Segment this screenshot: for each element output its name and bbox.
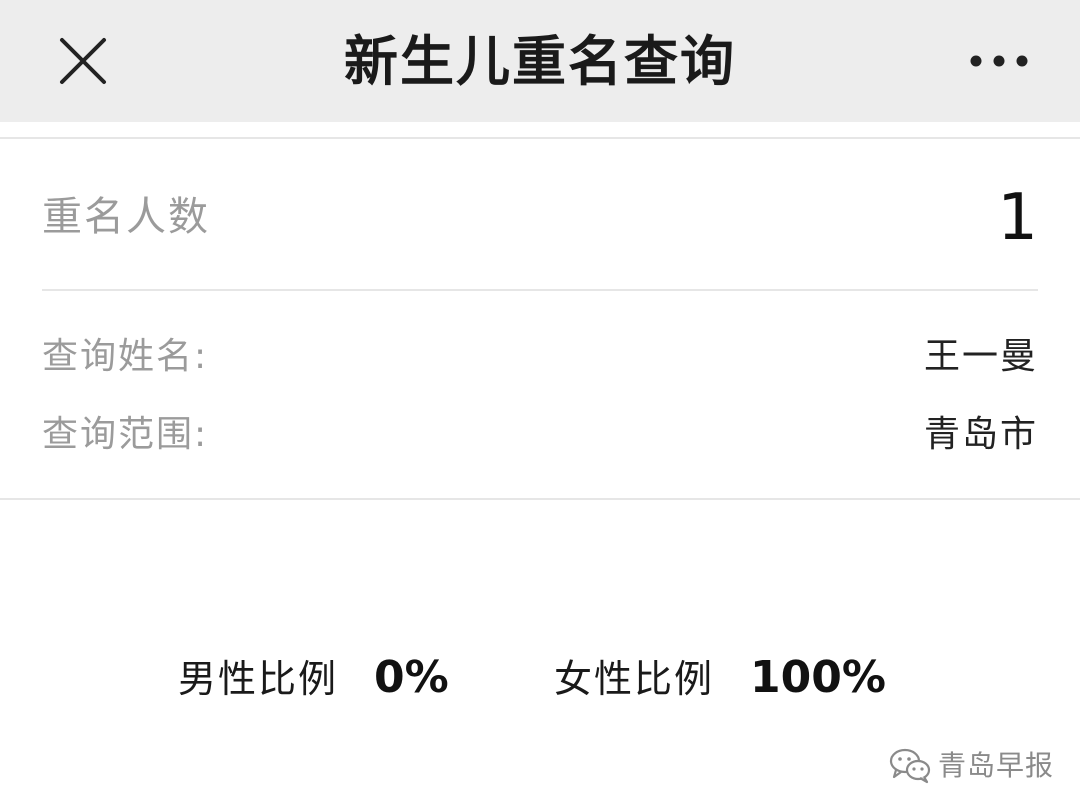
watermark-text: 青岛早报 bbox=[938, 749, 1055, 782]
query-name-value: 王一曼 bbox=[923, 336, 1038, 377]
page-title: 新生儿重名查询 bbox=[344, 30, 736, 93]
query-scope-row: 查询范围: 青岛市 bbox=[42, 410, 1038, 460]
top-bar: 新生儿重名查询 bbox=[0, 0, 1080, 122]
female-ratio-value: 100% bbox=[750, 652, 886, 703]
gender-ratio-row: 男性比例 0% 女性比例 100% bbox=[0, 648, 1080, 708]
more-dots-icon bbox=[970, 55, 1028, 67]
more-button[interactable] bbox=[964, 44, 1034, 78]
male-ratio-label: 男性比例 bbox=[178, 657, 339, 701]
divider bbox=[0, 137, 1080, 139]
watermark: 青岛早报 bbox=[888, 742, 1054, 786]
query-name-label: 查询姓名: bbox=[42, 336, 209, 377]
query-name-row: 查询姓名: 王一曼 bbox=[42, 332, 1038, 382]
duplicate-count-row: 重名人数 1 bbox=[42, 170, 1038, 266]
male-ratio-value: 0% bbox=[374, 652, 449, 703]
divider bbox=[0, 498, 1080, 500]
duplicate-count-label: 重名人数 bbox=[42, 194, 210, 240]
female-ratio-label: 女性比例 bbox=[554, 657, 715, 701]
divider bbox=[42, 289, 1038, 291]
query-scope-value: 青岛市 bbox=[923, 414, 1038, 455]
query-scope-label: 查询范围: bbox=[42, 414, 209, 455]
duplicate-count-value: 1 bbox=[997, 181, 1038, 255]
wechat-icon bbox=[888, 744, 932, 784]
